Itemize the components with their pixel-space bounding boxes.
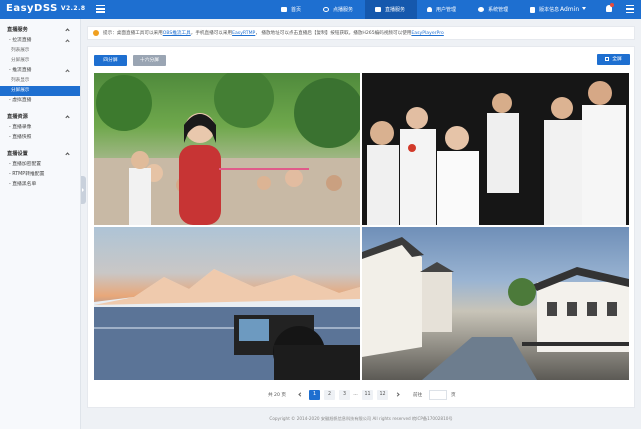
- nav-label: 点播服务: [333, 7, 354, 13]
- header-right: Admin: [560, 0, 634, 19]
- four-split-button[interactable]: 四分屏: [94, 55, 127, 66]
- nav-vod[interactable]: 点播服务: [313, 0, 365, 19]
- main-nav: 首页 点播服务 直播服务 用户管理 系统管理 版本信息: [271, 0, 571, 19]
- live-icon: [375, 7, 382, 12]
- sidebar-item-blacklist[interactable]: - 直播黑名单: [0, 180, 80, 190]
- sixteen-split-button[interactable]: 十六分屏: [133, 55, 166, 66]
- logout-icon[interactable]: [626, 5, 634, 13]
- sub-label: - 拉流直播: [9, 38, 32, 43]
- video-grid: [94, 73, 629, 380]
- user-icon: [427, 7, 433, 12]
- sidebar-item-pull-list[interactable]: 列表展示: [0, 46, 80, 56]
- sidebar-item-snapshots[interactable]: - 直播快照: [0, 133, 80, 143]
- nav-label: 首页: [291, 7, 302, 13]
- chevron-up-icon: [65, 38, 70, 44]
- page-button-3[interactable]: 3: [339, 390, 350, 400]
- chevron-up-icon: [65, 28, 70, 33]
- group-label: 直播资源: [7, 114, 28, 120]
- chevron-down-icon: [582, 7, 587, 10]
- video-frame-canal-town: [362, 237, 629, 380]
- goto-label: 前往: [413, 393, 423, 398]
- group-label: 直播服务: [7, 27, 28, 33]
- user-menu[interactable]: Admin: [560, 6, 587, 13]
- video-icon: [323, 7, 330, 12]
- goto-page-input[interactable]: [429, 390, 447, 400]
- notice-text: 提示：桌面直播工具可以采用: [103, 31, 163, 36]
- page-button-2[interactable]: 2: [324, 390, 335, 400]
- chevron-up-icon: [65, 152, 70, 157]
- nav-home[interactable]: 首页: [271, 0, 313, 19]
- notice-text: ， 播放地址可以点击直播后【复制】按钮获取。播放H265编码视频可以使用: [255, 31, 412, 36]
- easyrtmp-link[interactable]: EasyRTMP: [232, 31, 255, 36]
- video-player-1[interactable]: [94, 73, 360, 225]
- sidebar-item-push-split[interactable]: 分屏展示: [0, 86, 80, 96]
- nav-label: 直播服务: [385, 7, 406, 13]
- split-screen-panel: 四分屏 十六分屏 全屏 共 20 页 1 2 3 ... 11 12 前往 页: [87, 46, 635, 408]
- page-button-11[interactable]: 11: [362, 390, 373, 400]
- notification-badge: [610, 3, 614, 7]
- nav-system[interactable]: 系统管理: [468, 0, 520, 19]
- nav-users[interactable]: 用户管理: [417, 0, 468, 19]
- info-icon: [530, 6, 536, 13]
- video-player-2[interactable]: [362, 73, 629, 225]
- sidebar-sub-push[interactable]: - 推流直播: [0, 66, 80, 76]
- sidebar-collapse-handle[interactable]: [81, 176, 86, 204]
- warning-icon: [93, 30, 99, 36]
- home-icon: [281, 7, 287, 12]
- pagination: 共 20 页 1 2 3 ... 11 12 前往 页: [88, 389, 636, 401]
- page-button-12[interactable]: 12: [377, 390, 388, 400]
- app-name: EasyDSS: [6, 3, 58, 14]
- nav-label: 版本信息: [539, 7, 560, 13]
- sidebar-item-recordings[interactable]: - 直播录像: [0, 123, 80, 133]
- group-label: 直播设置: [7, 151, 28, 157]
- nav-label: 用户管理: [436, 7, 457, 13]
- notice-text: ，手机直播可以采用: [190, 31, 233, 36]
- app-logo[interactable]: EasyDSS V2.2.8: [6, 3, 86, 14]
- sidebar-item-pull-split[interactable]: 分屏展示: [0, 56, 80, 66]
- page-ellipsis: ...: [353, 392, 358, 397]
- sidebar-item-encryption[interactable]: - 直播加密配置: [0, 160, 80, 170]
- user-name: Admin: [560, 6, 580, 13]
- sidebar-sub-virtual[interactable]: - 虚拟直播: [0, 96, 80, 106]
- notice-bar: 提示：桌面直播工具可以采用 OBS推流工具 ，手机直播可以采用 EasyRTMP…: [87, 26, 635, 40]
- chevron-up-icon: [65, 68, 70, 74]
- video-frame-landscape: [94, 269, 360, 380]
- page-total: 共 20 页: [268, 393, 286, 398]
- goto-unit: 页: [451, 393, 456, 398]
- fullscreen-icon: [605, 56, 610, 61]
- fullscreen-label: 全屏: [612, 57, 622, 62]
- sidebar-group-live[interactable]: 直播服务: [0, 25, 80, 36]
- app-version: V2.2.8: [60, 5, 86, 12]
- sidebar-sub-pull[interactable]: - 拉流直播: [0, 36, 80, 46]
- chevron-right-icon[interactable]: [395, 392, 400, 397]
- easyplayerpro-link[interactable]: EasyPlayerPro: [411, 31, 443, 36]
- nav-live[interactable]: 直播服务: [365, 0, 418, 19]
- sidebar-item-push-list[interactable]: 列表显示: [0, 76, 80, 86]
- fullscreen-button[interactable]: 全屏: [597, 54, 630, 65]
- footer-copyright: Copyright © 2014-2020 安徽旭帆信息科技有限公司 All r…: [269, 416, 453, 421]
- nav-label: 系统管理: [488, 7, 509, 13]
- sidebar-group-settings[interactable]: 直播设置: [0, 149, 80, 160]
- video-player-4[interactable]: [362, 227, 629, 380]
- video-player-3[interactable]: [94, 227, 360, 380]
- video-frame-crowd: [94, 73, 360, 225]
- sidebar-group-resources[interactable]: 直播资源: [0, 112, 80, 123]
- video-frame-students: [367, 81, 626, 225]
- sidebar-item-rtmp-forward[interactable]: - RTMP转推配置: [0, 170, 80, 180]
- sidebar: 直播服务 - 拉流直播 列表展示 分屏展示 - 推流直播 列表显示 分屏展示 -…: [0, 19, 81, 429]
- menu-toggle-icon[interactable]: [96, 5, 105, 13]
- top-header: EasyDSS V2.2.8 首页 点播服务 直播服务 用户管理 系统管理 版本信…: [0, 0, 641, 19]
- gear-icon: [478, 7, 485, 12]
- chevron-up-icon: [65, 115, 70, 120]
- chevron-left-icon[interactable]: [298, 392, 303, 397]
- page-button-1[interactable]: 1: [309, 390, 320, 400]
- obs-link[interactable]: OBS推流工具: [163, 30, 191, 36]
- sub-label: - 推流直播: [9, 68, 32, 73]
